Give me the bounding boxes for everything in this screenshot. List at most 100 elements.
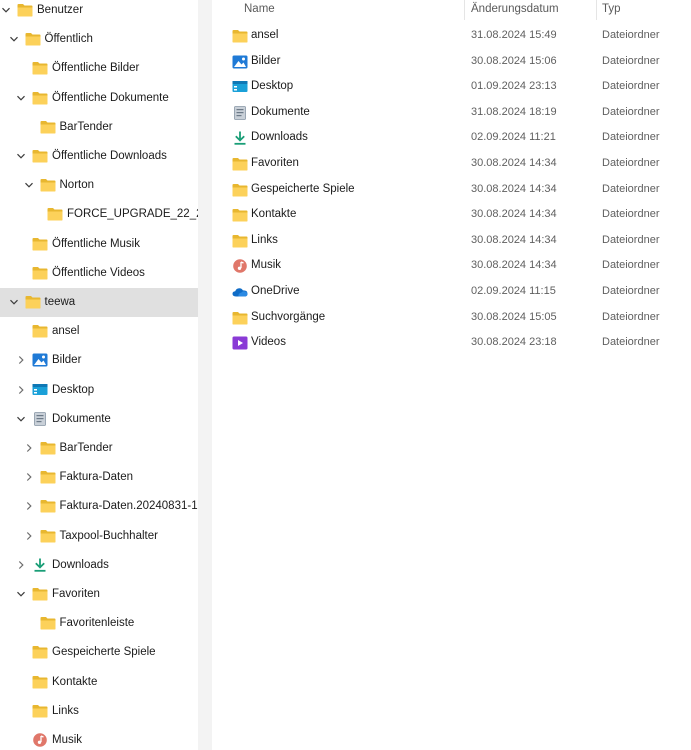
- column-header-type[interactable]: Typ: [602, 0, 621, 20]
- tree-item-label: BarTender: [59, 442, 113, 454]
- chevron-down-icon[interactable]: [15, 92, 27, 104]
- tree-item[interactable]: Öffentliche Bilder: [0, 54, 198, 83]
- tree-item[interactable]: ansel: [0, 317, 198, 346]
- navigation-pane: Benutzer Öffentlich Öffentliche Bilder Öffe…: [0, 0, 198, 750]
- list-item[interactable]: Bilder 30.08.2024 15:06 Dateiordner: [226, 49, 691, 74]
- column-separator[interactable]: [464, 0, 465, 20]
- column-separator[interactable]: [596, 0, 597, 20]
- tree-item[interactable]: Öffentliche Dokumente: [0, 84, 198, 113]
- chevron-down-icon[interactable]: [8, 296, 20, 308]
- folder-icon: [232, 208, 248, 222]
- tree-item[interactable]: Desktop: [0, 376, 198, 405]
- list-item[interactable]: ansel 31.08.2024 15:49 Dateiordner: [226, 23, 691, 48]
- file-date: 31.08.2024 18:19: [471, 105, 557, 118]
- chevron-right-icon[interactable]: [15, 384, 27, 396]
- file-date: 30.08.2024 14:34: [471, 157, 557, 169]
- chevron-right-icon[interactable]: [23, 500, 35, 512]
- tree-item-label: Links: [52, 704, 79, 717]
- tree-item[interactable]: Taxpool-Buchhalter: [0, 522, 198, 551]
- file-date: 02.09.2024 11:21: [471, 131, 556, 144]
- file-date: 30.08.2024 14:34: [471, 208, 557, 221]
- tree-item[interactable]: Öffentliche Downloads: [0, 142, 198, 171]
- folder-icon: [32, 91, 48, 105]
- tree-item[interactable]: Öffentlich: [0, 25, 198, 54]
- tree-item-label: teewa: [44, 296, 76, 308]
- column-header-name[interactable]: Name: [244, 0, 275, 20]
- tree-item-label: Kontakte: [52, 675, 98, 688]
- desktop-icon: [32, 383, 48, 397]
- list-item[interactable]: Downloads 02.09.2024 11:21 Dateiordner: [226, 125, 691, 150]
- chevron-down-icon[interactable]: [23, 179, 35, 191]
- tree-item-label: Öffentlich: [44, 33, 93, 46]
- desktop-icon: [232, 80, 248, 94]
- file-name: Suchvorgänge: [251, 310, 326, 323]
- file-date: 30.08.2024 15:05: [471, 310, 557, 323]
- downloads-icon: [32, 558, 48, 572]
- chevron-right-icon[interactable]: [15, 559, 27, 571]
- tree-item[interactable]: Öffentliche Musik: [0, 230, 198, 259]
- list-item[interactable]: Favoriten 30.08.2024 14:34 Dateiordner: [226, 151, 691, 176]
- tree-item[interactable]: Gespeicherte Spiele: [0, 638, 198, 667]
- tree-item[interactable]: Öffentliche Videos: [0, 259, 198, 288]
- tree-item-label: ansel: [52, 325, 80, 338]
- tree-item[interactable]: Favoriten: [0, 580, 198, 609]
- file-date: 30.08.2024 14:34: [471, 233, 557, 246]
- folder-icon: [25, 32, 41, 46]
- list-item[interactable]: Gespeicherte Spiele 30.08.2024 14:34 Datei…: [226, 177, 691, 202]
- chevron-down-icon[interactable]: [15, 413, 27, 425]
- chevron-down-icon[interactable]: [15, 588, 27, 600]
- list-item[interactable]: Dokumente 31.08.2024 18:19 Dateiordner: [226, 100, 691, 125]
- list-item[interactable]: Desktop 01.09.2024 23:13 Dateiordner: [226, 74, 691, 99]
- folder-icon: [40, 441, 56, 455]
- tree-item[interactable]: BarTender: [0, 434, 198, 463]
- list-item[interactable]: Musik 30.08.2024 14:34 Dateiordner: [226, 253, 691, 278]
- tree-item[interactable]: Faktura-Daten: [0, 463, 198, 492]
- pane-divider[interactable]: [198, 0, 212, 750]
- folder-icon: [232, 234, 248, 248]
- tree-item[interactable]: Downloads: [0, 551, 198, 580]
- list-item[interactable]: Suchvorgänge 30.08.2024 15:05 Dateiordner: [226, 305, 691, 330]
- list-item[interactable]: Videos 30.08.2024 23:18 Dateiordner: [226, 330, 691, 355]
- file-type: Dateiordner: [602, 182, 660, 195]
- chevron-down-icon[interactable]: [0, 4, 12, 16]
- chevron-right-icon[interactable]: [15, 354, 27, 366]
- pictures-icon: [232, 55, 248, 69]
- downloads-icon: [232, 131, 248, 146]
- file-type: Dateiordner: [602, 285, 660, 297]
- tree-item-label: Taxpool-Buchhalter: [59, 529, 158, 542]
- chevron-right-icon[interactable]: [23, 442, 35, 454]
- list-item[interactable]: Links 30.08.2024 14:34 Dateiordner: [226, 228, 691, 253]
- tree-item[interactable]: Links: [0, 697, 198, 726]
- tree-item[interactable]: Kontakte: [0, 668, 198, 697]
- file-date: 30.08.2024 23:18: [471, 336, 557, 349]
- tree-item[interactable]: Favoritenleiste: [0, 609, 198, 638]
- videos-icon: [232, 336, 248, 350]
- list-item[interactable]: OneDrive 02.09.2024 11:15 Dateiordner: [226, 279, 691, 304]
- tree-item[interactable]: Faktura-Daten.20240831-1819: [0, 492, 198, 521]
- file-name: Gespeicherte Spiele: [251, 182, 355, 195]
- tree-item[interactable]: Dokumente: [0, 405, 198, 434]
- list-item[interactable]: Kontakte 30.08.2024 14:34 Dateiordner: [226, 202, 691, 227]
- tree-item-label: Bilder: [52, 354, 82, 367]
- tree-item[interactable]: FORCE_UPGRADE_22_23_5: [0, 200, 198, 229]
- folder-icon: [40, 499, 56, 513]
- file-name: Downloads: [251, 131, 308, 144]
- chevron-right-icon[interactable]: [23, 530, 35, 542]
- folder-icon: [32, 237, 48, 251]
- onedrive-icon: [232, 285, 248, 299]
- tree-item[interactable]: teewa: [0, 288, 198, 317]
- tree-item-label: Desktop: [52, 383, 95, 396]
- tree-item[interactable]: Bilder: [0, 346, 198, 375]
- tree-item[interactable]: Norton: [0, 171, 198, 200]
- documents-icon: [32, 411, 48, 426]
- tree-item[interactable]: Musik: [0, 726, 198, 750]
- tree-item-label: Gespeicherte Spiele: [52, 646, 156, 659]
- folder-icon: [232, 183, 248, 197]
- tree-item[interactable]: Benutzer: [0, 0, 198, 25]
- column-header-date[interactable]: Änderungsdatum: [471, 0, 559, 20]
- music-icon: [232, 259, 248, 274]
- chevron-right-icon[interactable]: [23, 471, 35, 483]
- chevron-down-icon[interactable]: [8, 33, 20, 45]
- chevron-down-icon[interactable]: [15, 150, 27, 162]
- tree-item[interactable]: BarTender: [0, 113, 198, 142]
